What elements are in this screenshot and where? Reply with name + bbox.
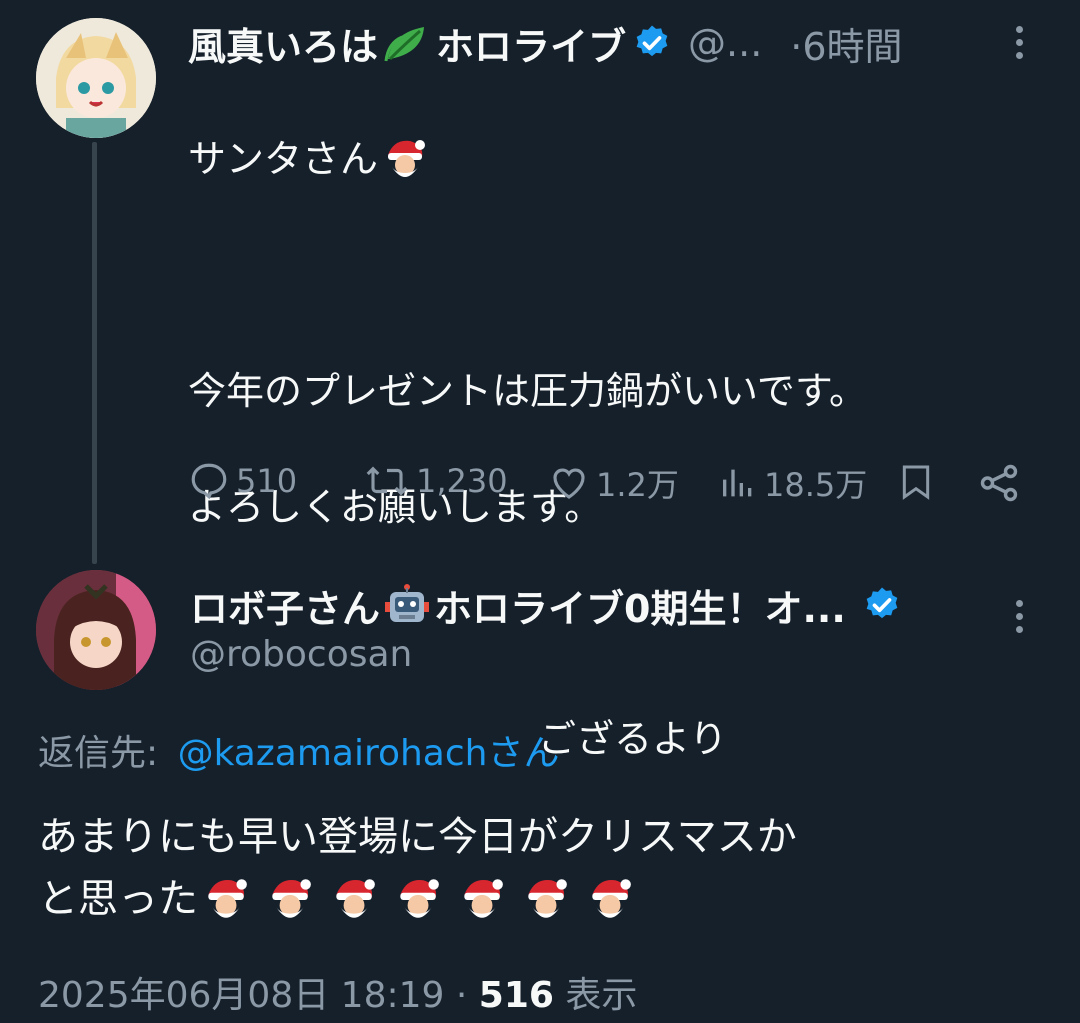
retweet-count: 1,230: [416, 462, 508, 500]
avatar-iroha[interactable]: [36, 18, 156, 138]
santa-emoji: [400, 879, 439, 918]
reply-body: あまりにも早い登場に今日がクリスマスか と思った: [38, 806, 797, 930]
santa-emoji: [464, 879, 503, 918]
reply-author-name[interactable]: ロボ子さん: [190, 578, 380, 633]
santa-emoji-row: [200, 874, 634, 924]
reply-to-handle[interactable]: @kazamairohachさん: [178, 733, 560, 774]
like-button[interactable]: 1.2万: [548, 460, 679, 506]
avatar-iroha-image: [36, 18, 156, 138]
tweet-time[interactable]: ·6時間: [790, 16, 902, 71]
reply-count: 510: [236, 462, 298, 500]
views-count: 18.5万: [764, 466, 868, 504]
reply-author-name-row[interactable]: ロボ子さん ホロライブ0期生！オ...: [190, 578, 902, 633]
santa-emoji: [388, 140, 426, 177]
avatar-roboco[interactable]: [36, 570, 156, 690]
share-button[interactable]: [976, 460, 1022, 506]
santa-emoji: [336, 879, 375, 918]
bookmark-icon: [902, 465, 930, 500]
bookmark-button[interactable]: [896, 460, 936, 504]
reply-views-label: 表示: [565, 975, 638, 1016]
tweet-body-line2: 今年のプレゼントは圧力鍋がいいです。: [188, 369, 868, 413]
verified-badge-icon: [636, 25, 668, 57]
like-icon: [553, 468, 585, 499]
retweet-button[interactable]: 1,230: [364, 460, 508, 502]
robot-emoji: [385, 584, 430, 622]
reply-author-handle[interactable]: @robocosan: [190, 634, 412, 675]
santa-emoji: [272, 879, 311, 918]
santa-emoji: [528, 879, 567, 918]
tweet-body: サンタさん 今年のプレゼントは圧力鍋がいいです。 よろしくお願いします。 ござる…: [188, 72, 867, 826]
author-handle[interactable]: @...: [688, 21, 762, 65]
views-icon: [723, 469, 752, 497]
author-name-row[interactable]: 風真いろは ホロライブ @... ·6時間: [188, 16, 903, 71]
reply-timestamp[interactable]: 2025年06月08日 18:19: [38, 975, 444, 1016]
reply-body-line2: と思った: [38, 876, 198, 922]
reply-to-label: 返信先:: [38, 733, 159, 774]
reply-button[interactable]: 510: [188, 460, 297, 502]
meta-separator: ·: [455, 975, 468, 1016]
share-icon: [980, 464, 1018, 502]
author-name[interactable]: 風真いろは: [188, 16, 378, 71]
reply-to-line: 返信先: @kazamairohachさん: [38, 724, 559, 776]
tweet-body-line1: サンタさん: [188, 137, 379, 181]
more-icon[interactable]: [1016, 600, 1024, 639]
reply-author-name-suffix[interactable]: ホロライブ0期生！オ...: [434, 578, 846, 633]
reply-meta: 2025年06月08日 18:19 · 516 表示: [38, 966, 637, 1018]
reply-body-line1: あまりにも早い登場に今日がクリスマスか: [38, 814, 797, 860]
santa-emoji: [592, 879, 631, 918]
verified-badge-icon: [866, 587, 898, 619]
more-icon[interactable]: [1016, 26, 1024, 65]
santa-emoji: [208, 879, 247, 918]
retweet-icon: [366, 466, 408, 496]
reply-icon: [191, 463, 227, 500]
views-button[interactable]: 18.5万: [718, 460, 867, 506]
reply-views-count: 516: [478, 975, 554, 1016]
like-count: 1.2万: [596, 466, 679, 504]
leaf-icon: [384, 27, 425, 62]
author-name-suffix[interactable]: ホロライブ: [436, 16, 626, 71]
thread-line: [92, 142, 97, 564]
avatar-roboco-image: [36, 570, 156, 690]
